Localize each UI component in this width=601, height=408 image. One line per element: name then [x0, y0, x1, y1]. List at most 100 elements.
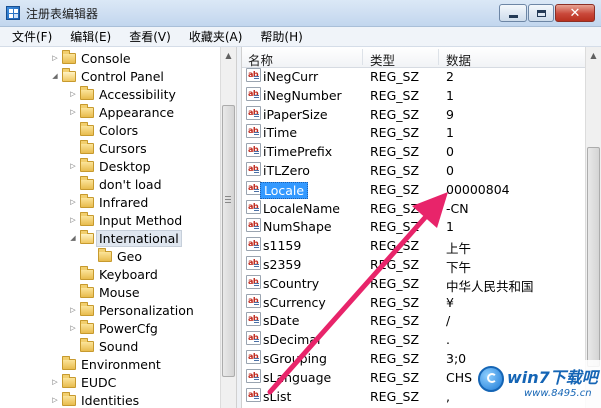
tree-item[interactable]: ▷ EUDC	[50, 373, 116, 391]
column-divider[interactable]	[362, 49, 363, 65]
tree-item[interactable]: ▷ Accessibility	[68, 85, 176, 103]
folder-icon	[62, 67, 76, 82]
expand-triangle-icon[interactable]: ▷	[68, 215, 78, 225]
value-data: .	[446, 332, 450, 348]
value-row[interactable]: ab NumShape REG_SZ 1	[242, 217, 585, 235]
tree-item[interactable]: ▷ Desktop	[68, 157, 151, 175]
tree-item[interactable]: ▷ Personalization	[68, 301, 194, 319]
minimize-button[interactable]	[499, 4, 527, 22]
string-value-icon: ab	[246, 124, 261, 139]
value-row[interactable]: ab Locale REG_SZ 00000804	[242, 180, 585, 199]
value-row[interactable]: ab iPaperSize REG_SZ 9	[242, 105, 585, 123]
value-row[interactable]: ab s1159 REG_SZ 上午	[242, 236, 585, 256]
tree-item[interactable]: Sound	[68, 337, 138, 355]
menu-edit[interactable]: 编辑(E)	[58, 28, 117, 45]
tree-item[interactable]: Mouse	[68, 283, 140, 301]
value-name: sLanguage	[263, 369, 332, 385]
tree-item-label: Sound	[99, 338, 139, 354]
string-value-icon: ab	[246, 180, 261, 195]
value-row[interactable]: ab sCurrency REG_SZ ¥	[242, 293, 585, 311]
value-row[interactable]: ab LocaleName REG_SZ -CN	[242, 199, 585, 217]
value-row[interactable]: ab iTime REG_SZ 1	[242, 123, 585, 141]
tree-scrollbar[interactable]: ▲	[220, 47, 236, 408]
tree-item[interactable]: ▷ PowerCfg	[68, 319, 158, 337]
scroll-up-arrow-icon[interactable]: ▲	[586, 47, 601, 63]
expand-triangle-icon[interactable]: ▷	[68, 89, 78, 99]
tree-item[interactable]: Geo	[86, 247, 142, 265]
collapse-triangle-icon[interactable]: ◢	[50, 71, 60, 81]
expand-triangle-icon[interactable]: ▷	[68, 305, 78, 315]
value-row[interactable]: ab sDecimal REG_SZ.	[242, 330, 585, 348]
tree-item-label: Personalization	[99, 302, 194, 318]
tree-item[interactable]: ▷ Appearance	[68, 103, 174, 121]
value-type: REG_SZ	[370, 275, 420, 291]
tree-item-label: don't load	[99, 176, 162, 192]
expand-triangle-icon[interactable]: ▷	[68, 107, 78, 117]
tree-item[interactable]: Keyboard	[68, 265, 158, 283]
folder-icon	[80, 301, 94, 316]
value-type: REG_SZ	[370, 238, 420, 254]
value-type: REG_SZ	[370, 369, 420, 385]
expand-triangle-icon[interactable]: ▷	[50, 377, 60, 387]
string-value-icon: ab	[246, 331, 261, 346]
tree-item[interactable]: ▷ Infrared	[68, 193, 148, 211]
tree-item[interactable]: Environment	[50, 355, 161, 373]
list-scrollbar[interactable]: ▲	[585, 47, 601, 408]
tree-item[interactable]: Colors	[68, 121, 138, 139]
tree-item[interactable]: ▷ Console	[50, 49, 131, 67]
value-row[interactable]: ab iTLZero REG_SZ 0	[242, 161, 585, 179]
value-row[interactable]: ab sCountry REG_SZ 中华人民共和国	[242, 274, 585, 294]
value-row[interactable]: ab iNegCurr REG_SZ 2	[242, 67, 585, 85]
menu-view[interactable]: 查看(V)	[117, 28, 177, 45]
tree-item[interactable]: ◢ International	[68, 229, 182, 247]
maximize-icon	[536, 9, 546, 17]
expand-triangle-icon[interactable]: ▷	[68, 323, 78, 333]
value-row[interactable]: ab s2359 REG_SZ 下午	[242, 255, 585, 275]
value-name: sList	[263, 388, 292, 404]
menu-favorites[interactable]: 收藏夹(A)	[177, 28, 249, 45]
expand-triangle-icon	[50, 359, 60, 369]
tree-item[interactable]: ▷ Identities	[50, 391, 139, 408]
string-value-icon: ab	[246, 68, 261, 82]
registry-key-tree[interactable]: ▷ Console ◢ Control Panel ▷ Accessibility ▷ App…	[0, 47, 236, 408]
registry-value-list[interactable]: 名称 类型 数据 ab iNegCurr REG_SZ 2 ab iNegNumber RE…	[242, 47, 601, 408]
tree-item[interactable]: Cursors	[68, 139, 147, 157]
close-button[interactable]: ✕	[555, 4, 595, 22]
list-scroll-thumb[interactable]	[587, 147, 600, 367]
tree-item-label: Control Panel	[81, 68, 164, 84]
collapse-triangle-icon[interactable]: ◢	[68, 233, 78, 243]
expand-triangle-icon[interactable]: ▷	[50, 53, 60, 63]
maximize-button[interactable]	[528, 4, 554, 22]
tree-item[interactable]: ▷ Input Method	[68, 211, 182, 229]
value-row[interactable]: ab sDate REG_SZ /	[242, 311, 585, 329]
expand-triangle-icon[interactable]: ▷	[68, 197, 78, 207]
folder-icon	[80, 229, 94, 244]
value-row[interactable]: ab iTimePrefix REG_SZ 0	[242, 142, 585, 160]
value-type: REG_SZ	[370, 163, 420, 178]
splitter-grip-icon	[225, 196, 231, 204]
tree-scroll-thumb[interactable]	[222, 105, 235, 377]
tree-item-label: Appearance	[99, 104, 175, 120]
value-name: s1159	[263, 238, 302, 254]
menu-file[interactable]: 文件(F)	[0, 28, 58, 45]
column-divider[interactable]	[438, 49, 439, 65]
folder-icon	[62, 49, 76, 64]
value-row[interactable]: ab iNegNumber REG_SZ 1	[242, 86, 585, 104]
tree-item-label: Colors	[99, 122, 139, 138]
tree-item-label: Geo	[117, 248, 143, 264]
folder-icon	[80, 283, 94, 298]
tree-item-label: EUDC	[81, 374, 117, 390]
expand-triangle-icon[interactable]: ▷	[50, 395, 60, 405]
watermark-url: www.8495.cn	[524, 388, 592, 399]
menu-help[interactable]: 帮助(H)	[248, 28, 308, 45]
tree-item-label: International	[96, 229, 182, 247]
value-data: 1	[446, 125, 454, 141]
tree-item[interactable]: don't load	[68, 175, 162, 193]
value-data: ¥	[446, 294, 454, 310]
value-data: 0	[446, 163, 454, 178]
list-header: 名称 类型 数据	[242, 47, 585, 68]
expand-triangle-icon[interactable]: ▷	[68, 161, 78, 171]
tree-item[interactable]: ◢ Control Panel	[50, 67, 164, 85]
scroll-up-arrow-icon[interactable]: ▲	[221, 47, 236, 63]
expand-triangle-icon	[68, 341, 78, 351]
